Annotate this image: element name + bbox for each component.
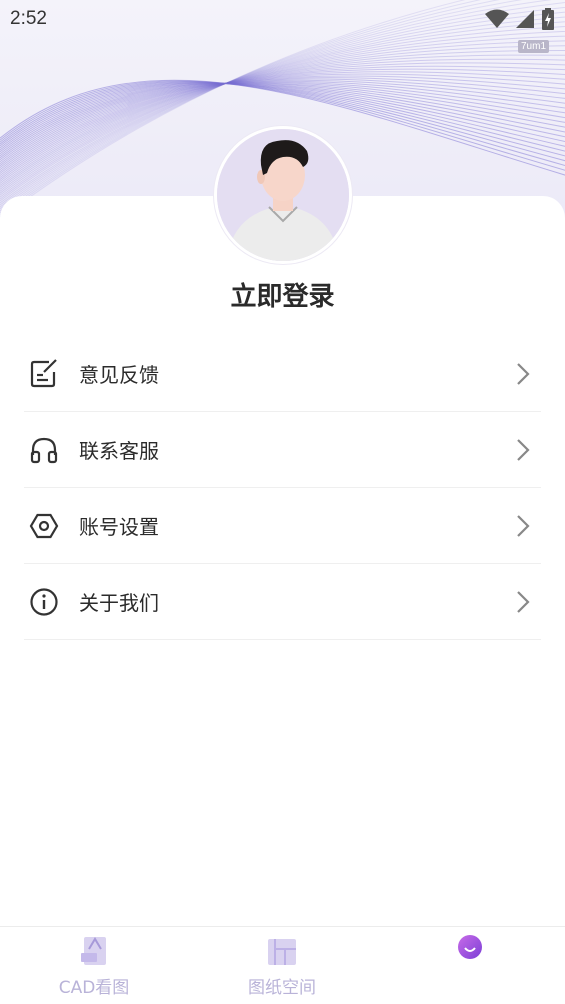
tab-label: 图纸空间	[248, 978, 316, 998]
profile-smile-icon	[458, 935, 482, 959]
tab-cad-viewer[interactable]: CAD看图	[0, 927, 188, 1001]
chevron-right-icon	[517, 515, 530, 537]
status-icons	[485, 8, 555, 30]
chevron-right-icon	[517, 439, 530, 461]
menu-item-about-us[interactable]: 关于我们	[24, 564, 541, 640]
status-time: 2:52	[10, 8, 47, 29]
info-icon	[24, 582, 64, 622]
menu-item-account-settings[interactable]: 账号设置	[24, 488, 541, 564]
blueprint-icon	[268, 939, 296, 965]
edit-icon	[24, 354, 64, 394]
headset-icon	[24, 430, 64, 470]
menu-item-customer-service[interactable]: 联系客服	[24, 412, 541, 488]
chevron-right-icon	[517, 591, 530, 613]
wifi-icon	[485, 9, 509, 28]
menu-item-label: 关于我们	[79, 591, 159, 615]
chevron-right-icon	[517, 363, 530, 385]
tab-drawing-space[interactable]: 图纸空间	[188, 927, 376, 1001]
signal-icon	[516, 10, 534, 28]
login-button[interactable]: 立即登录	[0, 276, 565, 313]
settings-menu: 意见反馈 联系客服 账号设置 关于我们	[24, 336, 541, 640]
battery-icon	[542, 8, 554, 30]
status-badge: 7um1	[517, 40, 549, 53]
menu-item-label: 账号设置	[79, 515, 159, 539]
settings-hexagon-icon	[24, 506, 64, 546]
avatar[interactable]	[214, 126, 352, 264]
tab-profile[interactable]	[376, 927, 564, 1001]
tab-label: CAD看图	[58, 978, 130, 998]
bottom-tab-bar: CAD看图 图纸空间	[0, 926, 565, 1004]
menu-item-label: 联系客服	[79, 439, 159, 463]
menu-item-feedback[interactable]: 意见反馈	[24, 336, 541, 412]
avatar-icon	[217, 129, 349, 261]
status-bar: 2:52 7um1	[0, 0, 565, 53]
menu-item-label: 意见反馈	[79, 363, 159, 387]
cad-file-icon	[81, 937, 106, 965]
